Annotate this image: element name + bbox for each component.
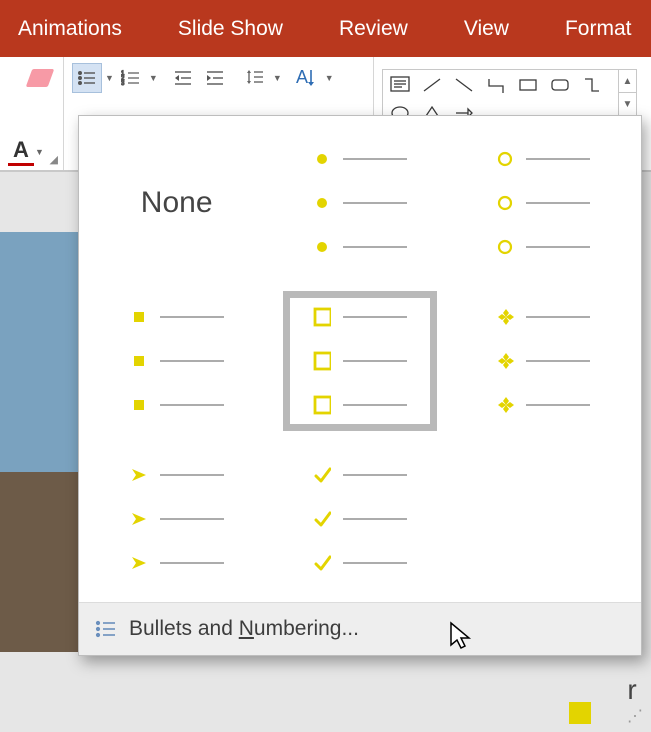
filled-round-icon (313, 194, 331, 212)
shape-textbox-icon[interactable] (387, 74, 413, 96)
filled-round-icon (313, 238, 331, 256)
svg-text:A: A (296, 67, 308, 87)
resize-handle-icon: ⋰ (627, 706, 645, 726)
checkmark-icon (313, 554, 331, 572)
bullet-option-filled-square[interactable] (105, 296, 248, 426)
chevron-down-icon[interactable]: ▼ (105, 73, 114, 83)
hollow-round-icon (496, 150, 514, 168)
checkmark-icon (313, 510, 331, 528)
filled-square-icon (130, 352, 148, 370)
bullet-option-hollow-round[interactable] (472, 138, 615, 268)
four-diamond-icon (496, 308, 514, 326)
ribbon-tabs: Animations Slide Show Review View Format (0, 0, 651, 57)
preview-line (343, 246, 407, 248)
increase-indent-button[interactable] (200, 63, 230, 93)
shape-line-icon[interactable] (419, 74, 445, 96)
bullet-option-four-diamond[interactable] (472, 296, 615, 426)
filled-square-icon (130, 308, 148, 326)
chevron-down-icon[interactable]: ▼ (149, 73, 158, 83)
svg-text:3: 3 (121, 81, 125, 87)
eraser-icon (26, 69, 55, 87)
clear-formatting-button[interactable] (25, 63, 55, 93)
filled-square-icon (130, 396, 148, 414)
chevron-down-icon: ▼ (35, 147, 44, 157)
preview-line (343, 518, 407, 520)
tab-slideshow[interactable]: Slide Show (160, 0, 301, 57)
cursor-icon (449, 621, 475, 651)
font-color-button[interactable]: A ▼ (8, 137, 44, 166)
hollow-round-icon (496, 194, 514, 212)
bullet-option-blank[interactable] (472, 454, 615, 584)
tab-view[interactable]: View (446, 0, 527, 57)
tab-review[interactable]: Review (321, 0, 426, 57)
preview-line (160, 316, 224, 318)
preview-line (343, 474, 407, 476)
dialog-launcher-icon[interactable]: ◢ (50, 153, 58, 166)
hollow-square-icon (313, 308, 331, 326)
shape-connector-icon[interactable] (483, 74, 509, 96)
preview-line (526, 246, 590, 248)
arrowhead-icon (130, 510, 148, 528)
tab-animations[interactable]: Animations (0, 0, 140, 57)
checkmark-icon (313, 466, 331, 484)
preview-line (343, 158, 407, 160)
bullet-swatch-icon (569, 702, 591, 724)
four-diamond-icon (496, 396, 514, 414)
font-color-swatch (8, 163, 34, 166)
filled-round-icon (313, 150, 331, 168)
four-diamond-icon (496, 352, 514, 370)
bullets-button[interactable] (72, 63, 102, 93)
bullet-option-hollow-square[interactable] (288, 296, 431, 426)
bullets-and-numbering-menuitem[interactable]: Bullets and Numbering... (79, 602, 641, 655)
shape-line2-icon[interactable] (451, 74, 477, 96)
decrease-indent-button[interactable] (168, 63, 198, 93)
text-direction-button[interactable]: A (292, 63, 322, 93)
preview-line (526, 316, 590, 318)
shape-rect-icon[interactable] (515, 74, 541, 96)
preview-line (526, 404, 590, 406)
scroll-up-icon[interactable]: ▲ (619, 70, 636, 93)
preview-line (160, 518, 224, 520)
preview-line (160, 562, 224, 564)
bullet-option-arrowhead[interactable] (105, 454, 248, 584)
preview-line (526, 158, 590, 160)
hollow-square-icon (313, 352, 331, 370)
line-spacing-button[interactable] (240, 63, 270, 93)
bullet-list-icon (95, 619, 117, 639)
bullet-option-checkmark[interactable] (288, 454, 431, 584)
tab-format[interactable]: Format (547, 0, 650, 57)
scroll-down-icon[interactable]: ▼ (619, 93, 636, 116)
bullet-option-none[interactable]: None (105, 138, 248, 268)
preview-line (160, 404, 224, 406)
arrowhead-icon (130, 466, 148, 484)
preview-line (526, 360, 590, 362)
chevron-down-icon[interactable]: ▼ (273, 73, 282, 83)
hollow-square-icon (313, 396, 331, 414)
bullet-gallery-menu: None Bullets and Numbering... (78, 115, 642, 656)
arrowhead-icon (130, 554, 148, 572)
hollow-round-icon (496, 238, 514, 256)
footer-text-prefix: Bullets and (129, 617, 239, 640)
numbering-button[interactable]: 123 (116, 63, 146, 93)
font-group-partial: A ▼ ◢ (0, 57, 64, 170)
preview-line (343, 360, 407, 362)
shape-roundrect-icon[interactable] (547, 74, 573, 96)
preview-line (160, 360, 224, 362)
chevron-down-icon[interactable]: ▼ (325, 73, 334, 83)
preview-line (526, 202, 590, 204)
footer-text-rest: umbering... (254, 617, 359, 640)
preview-line (343, 202, 407, 204)
footer-text-accel: N (239, 617, 254, 640)
preview-line (343, 562, 407, 564)
bullet-option-filled-round[interactable] (288, 138, 431, 268)
shape-connector2-icon[interactable] (579, 74, 605, 96)
preview-line (343, 404, 407, 406)
preview-line (160, 474, 224, 476)
preview-line (343, 316, 407, 318)
